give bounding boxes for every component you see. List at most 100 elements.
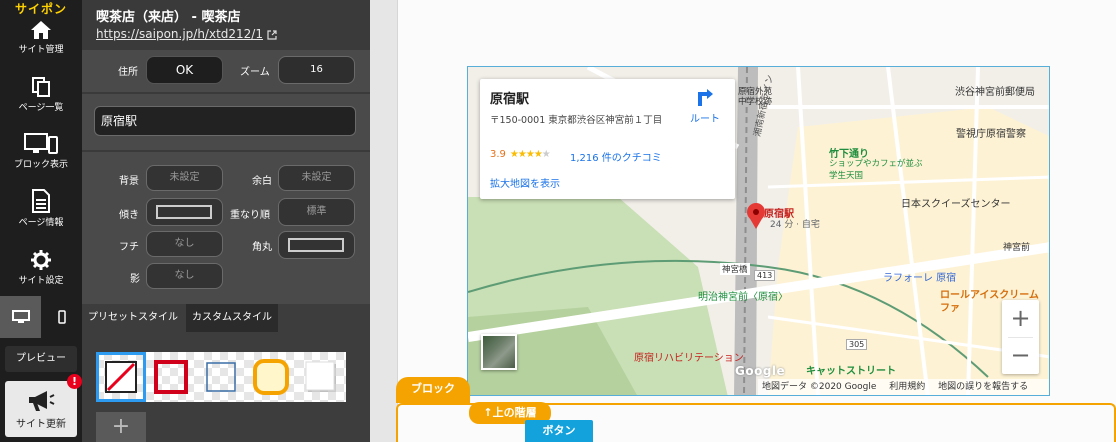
map-label-meiji-station: 明治神宮前〈原宿〉: [698, 292, 788, 303]
tab-custom-style[interactable]: カスタムスタイル: [186, 304, 278, 332]
map-data-credit: 地図データ ©2020 Google: [762, 382, 877, 392]
red-frame-icon: [154, 360, 188, 394]
map-attribution: 地図データ ©2020 Google 利用規約 地図の誤りを報告する: [758, 379, 1049, 395]
tilt-field[interactable]: [146, 198, 223, 226]
zoom-in-button[interactable]: +: [1002, 300, 1039, 337]
app-logo: サイポン: [14, 2, 67, 16]
tilt-label: 傾き: [119, 210, 139, 221]
margin-field[interactable]: 未設定: [278, 165, 355, 191]
satellite-toggle[interactable]: [481, 334, 517, 370]
route-label: ルート: [690, 114, 720, 125]
margin-label: 余白: [252, 176, 272, 187]
shadow-label: 影: [130, 274, 140, 285]
device-toggle: [0, 296, 82, 338]
map-label-road-305: 305: [846, 339, 868, 350]
device-pc-button[interactable]: [0, 296, 41, 338]
smartphone-icon: [57, 310, 66, 324]
yellow-rounded-icon: [253, 359, 289, 395]
map-label-rehab: 原宿リハビリテーション: [634, 353, 744, 364]
up-arrow-icon: ↑: [483, 406, 493, 419]
desktop-icon: [11, 310, 30, 323]
tab-preset-style[interactable]: プリセットスタイル: [82, 304, 184, 332]
rating-stars: ★★★★★: [509, 149, 551, 160]
external-link-icon: [267, 29, 277, 40]
address-search-input[interactable]: 原宿駅: [94, 106, 356, 136]
bg-field[interactable]: 未設定: [146, 165, 223, 191]
nav-block-view[interactable]: ブロック表示: [0, 133, 82, 189]
panel-canvas-gutter: [370, 0, 398, 442]
zoom-value-field[interactable]: 16: [278, 56, 355, 84]
nav-block-view-label: ブロック表示: [13, 160, 68, 170]
border-label: フチ: [119, 242, 139, 253]
shadow-field[interactable]: なし: [146, 263, 223, 289]
overlap-field[interactable]: 標準: [278, 198, 355, 226]
swatch-yellow-rounded[interactable]: [246, 352, 296, 402]
swatch-shadow[interactable]: [296, 352, 346, 402]
star-icon: ★: [509, 149, 519, 160]
reviews-link[interactable]: 1,216 件のクチコミ: [570, 149, 662, 164]
star-icon: ★: [525, 149, 535, 160]
address-label: 住所: [118, 67, 138, 78]
nav-page-list-label: ページ一覧: [18, 103, 64, 113]
update-alert-badge: !: [67, 374, 82, 389]
block-tag[interactable]: ブロック: [396, 377, 470, 403]
page-url-link[interactable]: https://saipon.jp/h/xtd212/1: [96, 27, 277, 41]
blue-frame-icon: [206, 362, 236, 392]
route-button[interactable]: ルート: [683, 89, 727, 125]
zoom-out-button[interactable]: −: [1002, 337, 1039, 374]
corner-preview: [288, 238, 344, 252]
tilt-preview: [156, 205, 212, 219]
nav-page-list[interactable]: ページ一覧: [0, 76, 82, 132]
editor-canvas: 原宿駅 〒150-0001 東京都渋谷区神宮前１丁目 3.9 ★★★★★ 1,21…: [398, 0, 1116, 442]
star-icon: ★: [533, 149, 543, 160]
panel-divider: [82, 92, 370, 94]
pages-icon: [32, 77, 50, 97]
map-label-jingubashi: 神宮橋: [720, 263, 750, 275]
map-label-laforet: ラフォーレ 原宿: [883, 273, 957, 284]
map-label-takeshita-sub: ショップやカフェが並ぶ学生天国: [829, 159, 923, 181]
map-label-cat-street: キャットストリート: [806, 366, 896, 377]
map-label-jingumae-post: 渋谷神宮前郵便局: [955, 87, 1035, 98]
map-label-nihon-school: 日本スクイーズセンター: [901, 199, 1011, 210]
swatch-none[interactable]: [96, 352, 146, 402]
address-ok-button[interactable]: OK: [146, 56, 223, 84]
style-tabs: プリセットスタイル カスタムスタイル: [82, 304, 370, 332]
nav-page-info-label: ページ情報: [18, 218, 64, 228]
site-update-button[interactable]: サイト更新: [5, 381, 77, 437]
megaphone-icon: [29, 391, 55, 411]
terms-link[interactable]: 利用規約: [889, 382, 925, 392]
panel-header: 喫茶店（来店） - 喫茶店 https://saipon.jp/h/xtd212…: [82, 0, 370, 50]
nav-page-info[interactable]: ページ情報: [0, 189, 82, 245]
button-tag[interactable]: ボタン: [525, 420, 593, 442]
style-swatches: +: [82, 332, 370, 442]
corner-label: 角丸: [252, 242, 272, 253]
overlap-label: 重なり順: [230, 210, 270, 221]
swatch-blue-frame[interactable]: [196, 352, 246, 402]
google-logo: Google: [735, 364, 786, 378]
map-label-walk: 24 分 · 自宅: [770, 220, 820, 230]
nav-site-manage[interactable]: サイト管理: [0, 20, 82, 76]
preview-button[interactable]: プレビュー: [5, 346, 77, 372]
swatch-red-frame[interactable]: [146, 352, 196, 402]
page-info-icon: [32, 189, 50, 213]
add-swatch-button[interactable]: +: [96, 412, 146, 442]
border-field[interactable]: なし: [146, 231, 223, 257]
home-icon: [31, 21, 51, 39]
map-zoom-control: + −: [1002, 300, 1039, 374]
enlarge-map-link[interactable]: 拡大地図を表示: [490, 175, 560, 190]
star-icon: ★: [517, 149, 527, 160]
directions-icon: [698, 89, 713, 106]
nav-site-settings-label: サイト設定: [18, 276, 64, 286]
star-icon: ★: [541, 149, 551, 160]
map-label-jingumae: 神宮前: [1003, 243, 1031, 253]
parent-level-label: 上の階層: [492, 406, 537, 419]
device-sp-button[interactable]: [41, 296, 82, 338]
zoom-label: ズーム: [240, 67, 270, 78]
google-map-embed[interactable]: 原宿駅 〒150-0001 東京都渋谷区神宮前１丁目 3.9 ★★★★★ 1,21…: [467, 66, 1050, 396]
gear-icon: [31, 250, 51, 270]
report-error-link[interactable]: 地図の誤りを報告する: [938, 382, 1028, 392]
place-address: 〒150-0001 東京都渋谷区神宮前１丁目: [490, 115, 663, 126]
no-style-icon: [105, 361, 137, 393]
app-root: サイポン サイト管理 ページ一覧 ブロック表示 ページ情報 サイト設定 プレビュ…: [0, 0, 1116, 442]
corner-field[interactable]: [278, 231, 355, 259]
